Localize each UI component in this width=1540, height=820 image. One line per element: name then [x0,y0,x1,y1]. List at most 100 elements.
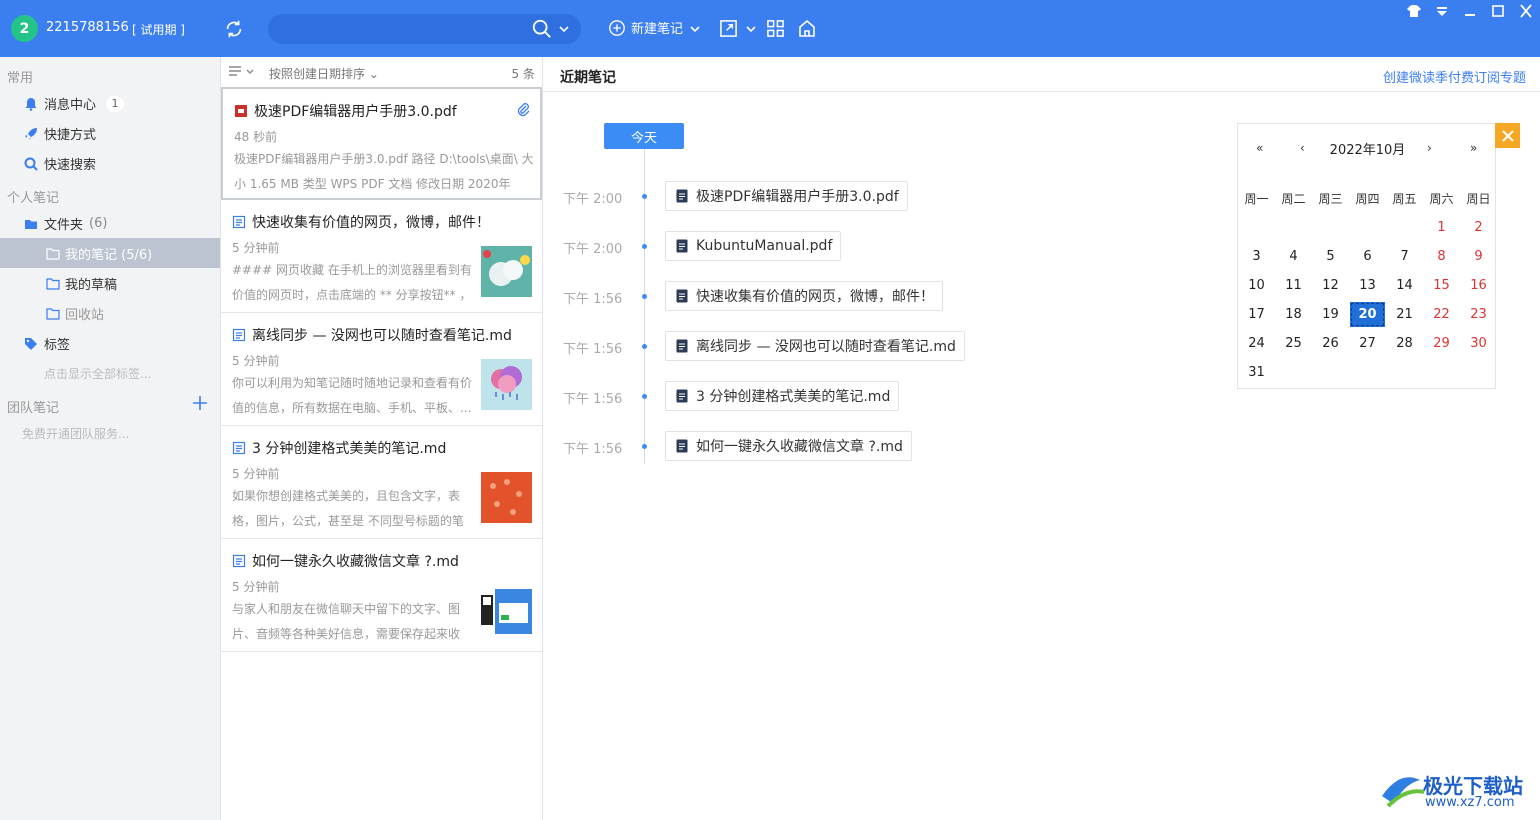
note-title: 3 分钟创建格式美美的笔记.md [232,438,446,458]
calendar-day[interactable]: 10 [1238,271,1275,300]
calendar-day[interactable]: 30 [1460,329,1497,358]
note-title-text: 快速收集有价值的网页，微博，邮件！ [252,215,490,231]
timeline-item[interactable]: 快速收集有价值的网页，微博，邮件！ [665,281,943,311]
timeline-item-title: 如何一键永久收藏微信文章 ?.md [696,439,903,455]
calendar-day[interactable]: 29 [1423,329,1460,358]
folder-outline-icon [46,248,60,260]
calendar-day[interactable]: 7 [1386,242,1423,271]
next-month-button[interactable]: › [1427,141,1432,155]
top-bar: 2 2215788156 [ 试用期 ] 新建笔记 [0,0,1540,57]
document-icon [676,389,688,403]
timeline-item[interactable]: 3 分钟创建格式美美的笔记.md [665,381,900,411]
timeline-item[interactable]: KubuntuManual.pdf [665,231,842,261]
calendar-day-today[interactable]: 20 [1350,302,1385,327]
calendar-day[interactable]: 21 [1386,300,1423,329]
calendar-day[interactable]: 23 [1460,300,1497,329]
trial-badge[interactable]: [ 试用期 ] [132,21,185,38]
calendar-close-button[interactable] [1495,123,1520,148]
sidebar-item-label: 快捷方式 [44,128,97,143]
note-list: 按照创建日期排序 ⌄ 5 条 极速PDF编辑器用户手册3.0.pdf 48 秒前… [221,57,543,820]
timeline-dot [642,244,647,249]
calendar-day[interactable]: 8 [1423,242,1460,271]
calendar-day[interactable]: 27 [1349,329,1386,358]
timeline-time: 下午 1:56 [563,442,623,457]
grid-icon[interactable] [766,19,785,38]
close-icon[interactable] [1518,4,1534,18]
sidebar-item-quick-search[interactable]: 快速搜索 [24,154,96,173]
minimize-icon[interactable] [1462,4,1478,18]
sidebar-item-label: 文件夹 [44,218,84,233]
view-mode-icon[interactable] [228,65,258,79]
calendar-day[interactable]: 31 [1238,358,1275,387]
calendar-day[interactable]: 12 [1312,271,1349,300]
team-hint[interactable]: 免费开通团队服务... [22,425,129,442]
next-year-button[interactable]: » [1470,141,1477,155]
calendar-blank [1275,213,1312,242]
note-count: 5 条 [511,67,535,81]
timeline-item[interactable]: 如何一键永久收藏微信文章 ?.md [665,431,912,461]
sync-icon[interactable] [223,18,245,40]
calendar-blank [1238,213,1275,242]
list-item[interactable]: 极速PDF编辑器用户手册3.0.pdf 48 秒前 极速PDF编辑器用户手册3.… [221,87,542,200]
today-button[interactable]: 今天 [604,123,684,149]
new-note-button[interactable]: 新建笔记 [608,18,683,37]
calendar-day[interactable]: 3 [1238,242,1275,271]
maximize-icon[interactable] [1490,4,1506,18]
search-icon[interactable] [531,18,553,40]
calendar-day[interactable]: 19 [1312,300,1349,329]
calendar-day[interactable]: 9 [1460,242,1497,271]
chevron-down-icon[interactable] [744,22,758,36]
calendar-day[interactable]: 5 [1312,242,1349,271]
expand-icon[interactable] [719,19,738,38]
sidebar-item-recycle[interactable]: 回收站 [46,304,104,323]
calendar-day[interactable]: 18 [1275,300,1312,329]
note-title-text: 如何一键永久收藏微信文章 ?.md [252,554,459,570]
add-team-icon[interactable] [191,394,209,412]
calendar-day[interactable]: 4 [1275,242,1312,271]
list-item[interactable]: 快速收集有价值的网页，微博，邮件！ 5 分钟前 #### 网页收藏 在手机上的浏… [221,200,542,313]
user-id[interactable]: 2215788156 [46,20,129,35]
calendar-day[interactable]: 22 [1423,300,1460,329]
sidebar-item-drafts[interactable]: 我的草稿 [46,274,117,293]
home-icon[interactable] [797,18,817,38]
calendar-day[interactable]: 16 [1460,271,1497,300]
sidebar-item-tags[interactable]: 标签 [24,334,70,353]
section-team: 团队笔记 [7,401,60,416]
chevron-down-icon[interactable] [688,22,702,36]
calendar-day[interactable]: 25 [1275,329,1312,358]
weekday-header: 周日 [1466,192,1491,206]
sort-dropdown[interactable]: 按照创建日期排序 ⌄ [269,65,379,82]
timeline-item[interactable]: 极速PDF编辑器用户手册3.0.pdf [665,181,908,211]
menu-icon[interactable] [1434,4,1450,18]
calendar-day[interactable]: 17 [1238,300,1275,329]
timeline-dot [642,394,647,399]
skin-icon[interactable] [1406,4,1422,18]
sidebar-item-shortcuts[interactable]: 快捷方式 [24,124,96,143]
sidebar-item-folders[interactable]: 文件夹 (6) [24,214,107,233]
chevron-down-icon[interactable] [557,22,571,36]
calendar-day[interactable]: 1 [1423,213,1460,242]
timeline-time: 下午 1:56 [563,392,623,407]
sort-label: 按照创建日期排序 [269,67,366,81]
calendar-day[interactable]: 6 [1349,242,1386,271]
calendar-day[interactable]: 2 [1460,213,1497,242]
timeline-dot [642,344,647,349]
list-item[interactable]: 如何一键永久收藏微信文章 ?.md 5 分钟前 与家人和朋友在微信聊天中留下的文… [221,539,542,652]
calendar-day[interactable]: 26 [1312,329,1349,358]
sidebar-item-my-notes[interactable]: 我的笔记 (5/6) [46,244,152,263]
calendar-day[interactable]: 24 [1238,329,1275,358]
tags-hint[interactable]: 点击显示全部标签... [44,365,151,382]
calendar-day[interactable]: 15 [1423,271,1460,300]
list-item[interactable]: 3 分钟创建格式美美的笔记.md 5 分钟前 如果你想创建格式美美的，且包含文字… [221,426,542,539]
timeline-item[interactable]: 离线同步 — 没网也可以随时查看笔记.md [665,331,965,361]
subscription-link[interactable]: 创建微读季付费订阅专题 [1383,67,1526,86]
calendar-day[interactable]: 11 [1275,271,1312,300]
calendar-day[interactable]: 14 [1386,271,1423,300]
calendar-day[interactable]: 13 [1349,271,1386,300]
avatar[interactable]: 2 [11,15,38,42]
calendar-day[interactable]: 28 [1386,329,1423,358]
list-item[interactable]: 离线同步 — 没网也可以随时查看笔记.md 5 分钟前 你可以利用为知笔记随时随… [221,313,542,426]
note-title: 如何一键永久收藏微信文章 ?.md [232,551,459,571]
sidebar-item-messages[interactable]: 消息中心 1 [24,94,125,113]
document-icon [232,215,246,229]
